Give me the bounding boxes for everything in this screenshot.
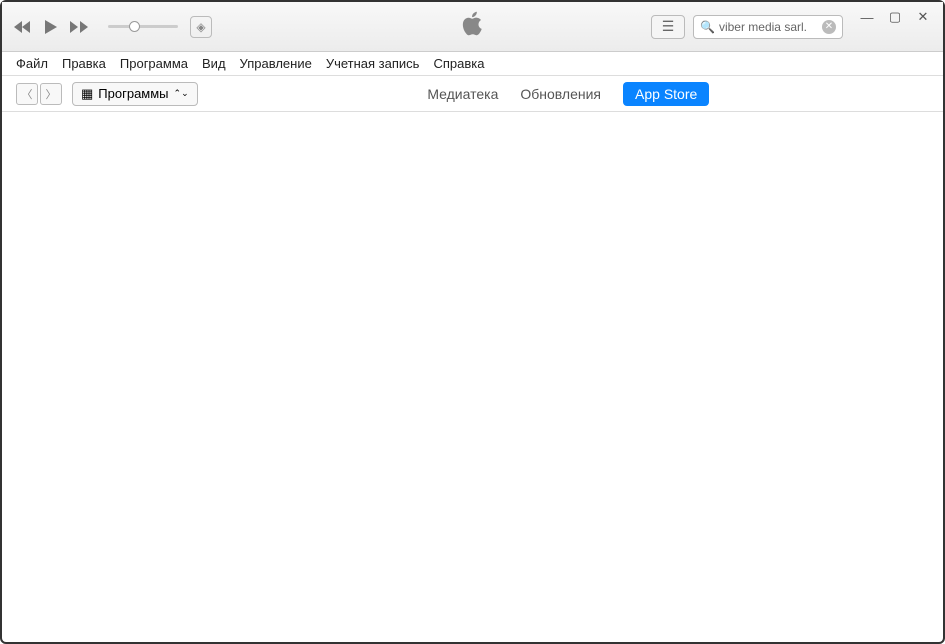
search-input[interactable]: 🔍 viber media sarl. ✕: [693, 15, 843, 39]
chevron-down-icon: ⌃⌄: [174, 88, 189, 99]
tab-updates[interactable]: Обновления: [520, 86, 601, 102]
apple-logo: [462, 11, 484, 42]
menu-edit[interactable]: Правка: [62, 56, 106, 71]
menu-controls[interactable]: Управление: [240, 56, 312, 71]
volume-slider[interactable]: [108, 25, 178, 28]
menu-account[interactable]: Учетная запись: [326, 56, 420, 71]
close-button[interactable]: ✕: [911, 8, 935, 26]
tab-appstore[interactable]: App Store: [623, 82, 709, 106]
menu-app[interactable]: Программа: [120, 56, 188, 71]
search-icon: 🔍: [700, 20, 715, 34]
menu-view[interactable]: Вид: [202, 56, 226, 71]
back-button[interactable]: 〈: [16, 83, 38, 105]
grid-icon: ▦: [81, 86, 93, 102]
play-button[interactable]: [40, 16, 62, 38]
prev-track-button[interactable]: [12, 16, 34, 38]
menu-file[interactable]: Файл: [16, 56, 48, 71]
minimize-button[interactable]: —: [855, 8, 879, 26]
tab-media[interactable]: Медиатека: [427, 86, 498, 102]
next-track-button[interactable]: [68, 16, 90, 38]
category-label: Программы: [98, 86, 168, 101]
category-selector[interactable]: ▦ Программы ⌃⌄: [72, 82, 198, 106]
clear-search-icon[interactable]: ✕: [822, 20, 836, 34]
list-view-button[interactable]: ☰: [651, 15, 685, 39]
menu-bar: Файл Правка Программа Вид Управление Уче…: [2, 52, 943, 76]
airplay-button[interactable]: ◈: [190, 16, 212, 38]
menu-help[interactable]: Справка: [433, 56, 484, 71]
forward-button[interactable]: 〉: [40, 83, 62, 105]
maximize-button[interactable]: ▢: [883, 8, 907, 26]
search-value: viber media sarl.: [719, 20, 807, 34]
